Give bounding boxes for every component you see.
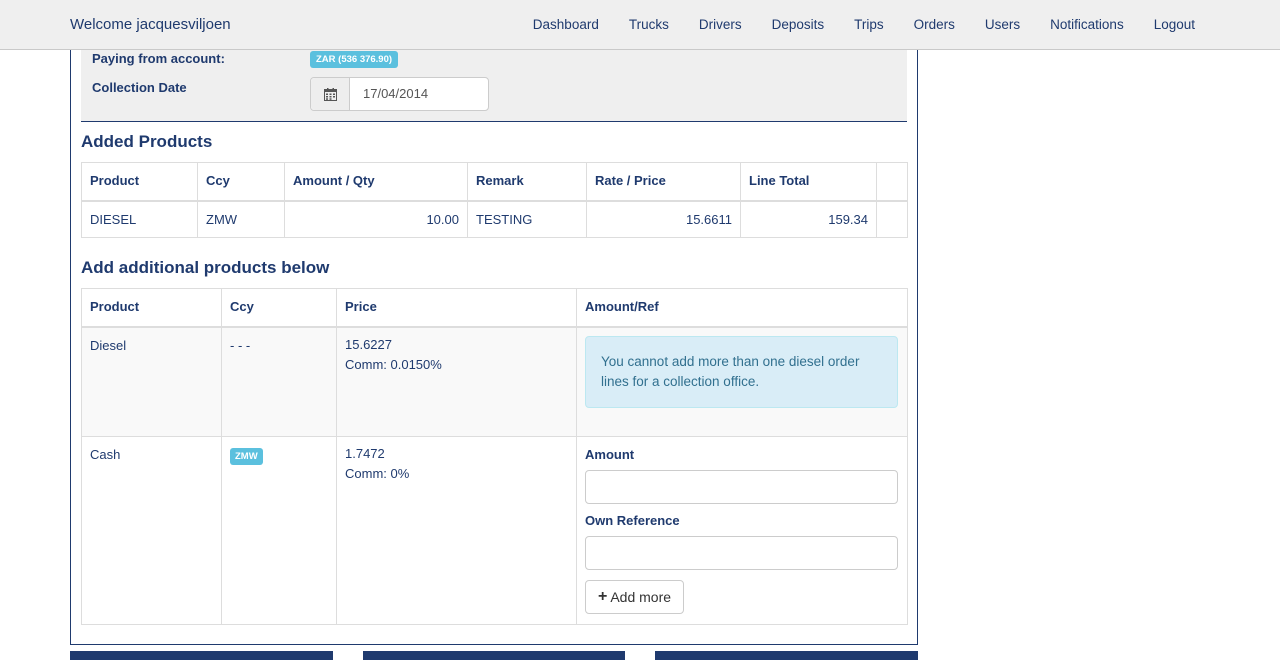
cell-remark: TESTING [467, 200, 587, 238]
top-navbar: Welcome jacquesviljoen Dashboard Trucks … [0, 0, 1280, 50]
col-rate-price: Rate / Price [586, 162, 741, 202]
collection-date-picker[interactable] [310, 77, 489, 111]
calendar-icon[interactable] [311, 78, 350, 110]
cell-amount-ref: You cannot add more than one diesel orde… [576, 326, 908, 437]
nav-trips[interactable]: Trips [854, 17, 884, 32]
amount-label: Amount [585, 447, 635, 462]
nav-menu: Dashboard Trucks Drivers Deposits Trips … [533, 17, 1195, 32]
order-form-header: Paying from account: ZAR (536 376.90) Co… [81, 40, 907, 122]
col-remark: Remark [467, 162, 587, 202]
amount-input[interactable] [585, 470, 898, 504]
cell-price: 15.6227 Comm: 0.0150% [336, 326, 577, 437]
table-row: Diesel - - - 15.6227 Comm: 0.0150% You c… [81, 326, 908, 437]
nav-trucks[interactable]: Trucks [629, 17, 669, 32]
nav-deposits[interactable]: Deposits [772, 17, 825, 32]
cell-product: Cash [81, 436, 222, 625]
col-ccy: Ccy [221, 288, 337, 328]
col-product: Product [81, 288, 222, 328]
add-more-label: Add more [610, 589, 672, 605]
nav-users[interactable]: Users [985, 17, 1020, 32]
cell-amount: 10.00 [284, 200, 468, 238]
nav-notifications[interactable]: Notifications [1050, 17, 1124, 32]
additional-products-table: Product Ccy Price Amount/Ref Diesel - - … [81, 288, 908, 625]
welcome-text: Welcome jacquesviljoen [70, 16, 231, 33]
additional-products-title: Add additional products below [81, 258, 330, 277]
collection-date-input[interactable] [350, 78, 488, 110]
added-products-title: Added Products [81, 132, 213, 151]
table-row: DIESEL ZMW 10.00 TESTING 15.6611 159.34 [81, 200, 908, 238]
cell-ccy: ZMW [221, 436, 337, 625]
plus-icon: + [598, 588, 608, 605]
cell-product: Diesel [81, 326, 222, 437]
col-amount-qty: Amount / Qty [284, 162, 468, 202]
cell-line-total: 159.34 [740, 200, 877, 238]
own-reference-label: Own Reference [585, 513, 680, 528]
col-ccy: Ccy [197, 162, 285, 202]
nav-dashboard[interactable]: Dashboard [533, 17, 599, 32]
nav-orders[interactable]: Orders [914, 17, 955, 32]
cell-amount-ref: Amount Own Reference + Add more [576, 436, 908, 625]
cell-price: 1.7472 Comm: 0% [336, 436, 577, 625]
price-value: 15.6227 [345, 336, 392, 352]
currency-badge: ZMW [230, 448, 263, 465]
commission-value: Comm: 0.0150% [345, 356, 442, 372]
cell-ccy: ZMW [197, 200, 285, 238]
col-actions [876, 162, 908, 202]
add-more-button[interactable]: + Add more [585, 580, 685, 614]
col-line-total: Line Total [740, 162, 877, 202]
col-price: Price [336, 288, 577, 328]
col-amount-ref: Amount/Ref [576, 288, 908, 328]
bottom-action-bar-3[interactable] [655, 651, 918, 660]
collection-date-label: Collection Date [92, 80, 187, 95]
paying-from-label: Paying from account: [92, 51, 225, 66]
nav-drivers[interactable]: Drivers [699, 17, 742, 32]
bottom-action-bar-2[interactable] [363, 651, 625, 660]
cell-rate: 15.6611 [586, 200, 741, 238]
col-product: Product [81, 162, 198, 202]
cell-actions [876, 200, 908, 238]
nav-logout[interactable]: Logout [1154, 17, 1195, 32]
added-products-header-row: Product Ccy Amount / Qty Remark Rate / P… [81, 162, 908, 202]
added-products-table: Product Ccy Amount / Qty Remark Rate / P… [81, 162, 908, 238]
cell-product: DIESEL [81, 200, 198, 238]
order-panel: Paying from account: ZAR (536 376.90) Co… [70, 40, 918, 645]
additional-products-header-row: Product Ccy Price Amount/Ref [81, 288, 908, 328]
diesel-limit-alert: You cannot add more than one diesel orde… [585, 335, 898, 408]
table-row: Cash ZMW 1.7472 Comm: 0% Amount Own Refe… [81, 436, 908, 625]
price-value: 1.7472 [345, 446, 385, 461]
commission-value: Comm: 0% [345, 466, 410, 481]
own-reference-input[interactable] [585, 536, 898, 570]
account-balance-badge: ZAR (536 376.90) [310, 51, 399, 68]
cell-ccy: - - - [221, 326, 337, 437]
bottom-action-bar-1[interactable] [70, 651, 333, 660]
